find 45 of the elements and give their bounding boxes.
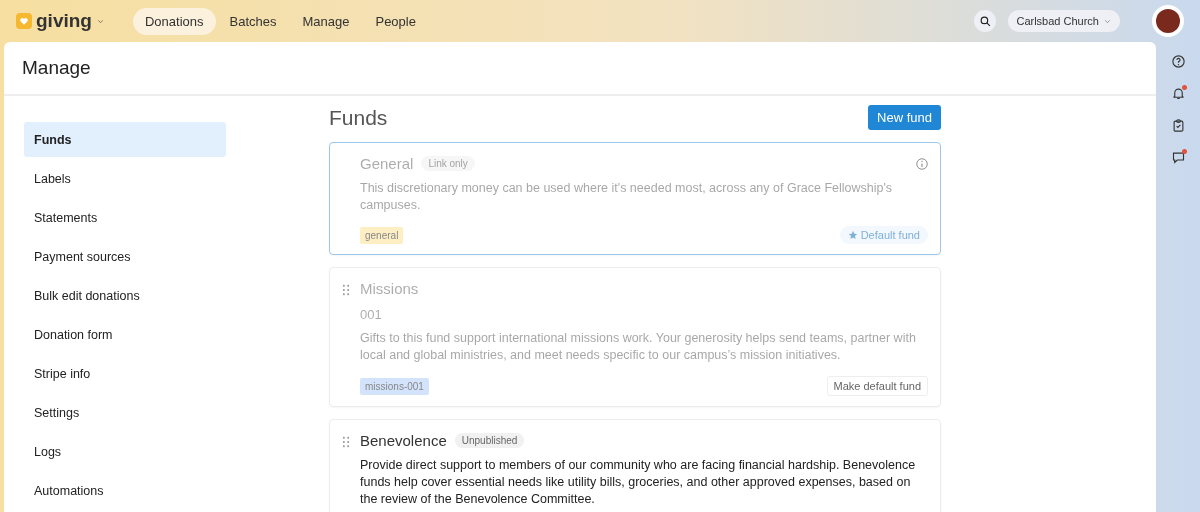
fund-name: General <box>360 155 414 172</box>
sidebar-item[interactable]: Stripe info <box>24 356 226 391</box>
nav-tab[interactable]: Batches <box>217 7 289 35</box>
info-icon <box>915 157 929 171</box>
sidebar-item[interactable]: Logs <box>24 434 226 469</box>
nav-tab[interactable]: Manage <box>290 7 362 35</box>
app-name[interactable]: giving <box>36 10 92 32</box>
sidebar-item[interactable]: Bulk edit donations <box>24 278 226 313</box>
avatar[interactable] <box>1152 5 1184 37</box>
sidebar-item[interactable]: Payment sources <box>24 239 226 274</box>
new-fund-button[interactable]: New fund <box>868 105 941 130</box>
status-badge: Unpublished <box>454 433 525 448</box>
fund-name: Missions <box>360 280 419 297</box>
default-fund-badge: Default fund <box>839 226 928 244</box>
fund-name: Benevolence <box>360 432 447 449</box>
sidebar-item[interactable]: Automations <box>24 473 226 508</box>
fund-description: This discretionary money can be used where it's needed most, across any of Grace Fellowship's campuses. <box>360 180 894 214</box>
search-icon <box>978 14 992 28</box>
fund-tag: general <box>360 226 404 244</box>
bell-icon[interactable] <box>1170 86 1186 101</box>
drag-handle-icon[interactable] <box>342 284 350 296</box>
fund-card[interactable] <box>329 419 941 512</box>
star-icon <box>847 230 858 240</box>
fund-code: 001 <box>360 307 383 322</box>
clipboard-icon[interactable] <box>1170 118 1186 133</box>
sidebar-item[interactable]: Statements <box>24 200 226 235</box>
help-icon[interactable] <box>1170 54 1186 69</box>
sidebar-item[interactable]: Donation form <box>24 317 226 352</box>
campus-dropdown[interactable]: Carlsbad Church <box>1008 10 1120 32</box>
sidebar-item[interactable]: Settings <box>24 395 226 430</box>
fund-tag: missions-001 <box>360 377 429 395</box>
sidebar-item[interactable]: Labels <box>24 161 226 196</box>
nav-tab[interactable]: Donations <box>132 7 216 35</box>
status-badge: Link only <box>421 156 475 171</box>
search-button[interactable] <box>974 10 997 32</box>
section-title: Funds <box>329 105 388 130</box>
chat-icon[interactable] <box>1170 150 1186 165</box>
page-title: Manage <box>4 42 1156 96</box>
sidebar-item[interactable]: Funds <box>24 122 226 157</box>
make-default-button[interactable]: Make default fund <box>826 376 928 396</box>
fund-description: Gifts to this fund support international missions work. Your generosity helps send teams, partner with local and global ministries, and meet needs specific to our campus’s mission initiatives. <box>360 330 917 364</box>
drag-handle-icon[interactable] <box>342 436 350 448</box>
app-logo-icon <box>16 13 32 29</box>
fund-description: Provide direct support to members of our community who are facing financial hardship. Benevolence funds help cover essential needs like utility bills, groceries, and other approved expenses, based on the review of the Benevolence Committee. <box>360 457 917 508</box>
nav-tab[interactable]: People <box>363 7 428 35</box>
